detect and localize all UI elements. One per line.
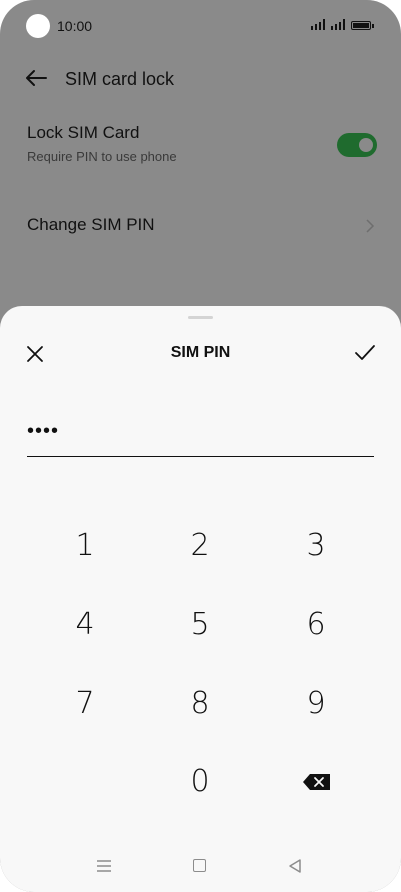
key-0[interactable]: 0 [160,757,240,807]
battery-icon [351,21,374,30]
key-6[interactable]: 6 [276,600,356,650]
lock-sim-sublabel: Require PIN to use phone [27,149,177,164]
pin-value: •••• [27,420,60,442]
change-sim-pin-row[interactable]: Change SIM PIN [27,215,377,241]
camera-cutout [26,14,50,38]
phone-screen: 10:00 SIM card lock Lock SIM Card Requir… [0,0,401,892]
signal-icon [311,19,325,30]
key-7[interactable]: 7 [45,679,125,729]
key-1[interactable]: 1 [45,521,125,571]
nav-back-icon[interactable] [288,858,302,874]
key-3[interactable]: 3 [276,521,356,571]
status-time: 10:00 [57,18,93,34]
sheet-handle[interactable] [188,316,213,319]
key-8[interactable]: 8 [160,679,240,729]
check-icon[interactable] [354,344,376,362]
sim-pin-sheet: SIM PIN •••• 1 2 3 4 5 6 7 8 9 0 [0,306,401,892]
key-4[interactable]: 4 [45,600,125,650]
lock-sim-toggle[interactable] [337,133,377,157]
signal-icon [331,19,345,30]
navigation-bar [0,856,401,880]
app-header: SIM card lock [0,60,401,96]
nav-home-icon[interactable] [193,859,206,872]
pin-input[interactable]: •••• [27,416,374,457]
key-2[interactable]: 2 [160,521,240,571]
nav-menu-icon[interactable] [97,860,111,872]
lock-sim-label: Lock SIM Card [27,123,140,142]
backspace-icon[interactable] [302,772,332,792]
status-bar: 10:00 [0,0,401,52]
back-arrow-icon[interactable] [24,68,48,88]
key-5[interactable]: 5 [160,600,240,650]
status-icons [311,19,374,30]
page-title: SIM card lock [65,69,175,89]
change-pin-label: Change SIM PIN [27,215,155,234]
chevron-right-icon [366,219,375,233]
sheet-title: SIM PIN [170,344,231,361]
key-9[interactable]: 9 [276,679,356,729]
lock-sim-row[interactable]: Lock SIM Card Require PIN to use phone [27,123,377,173]
